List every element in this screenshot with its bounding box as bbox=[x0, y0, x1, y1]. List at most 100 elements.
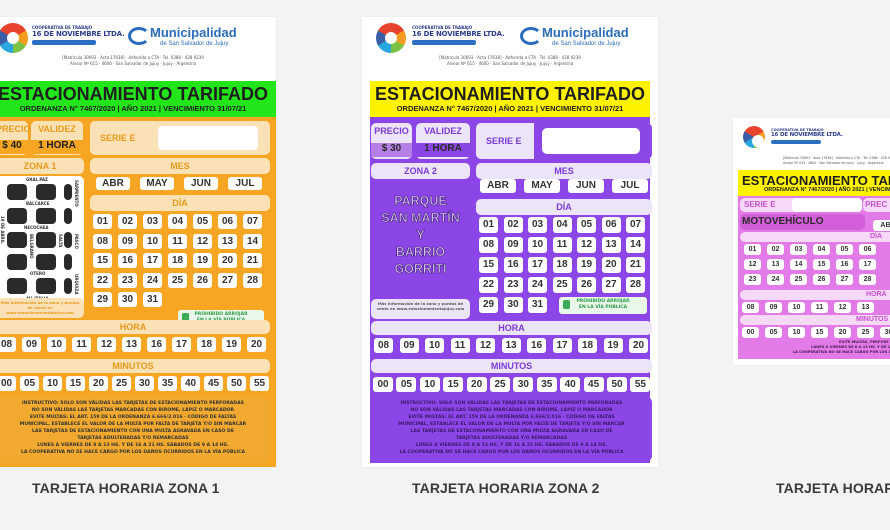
hour-option[interactable]: 16 bbox=[147, 337, 166, 352]
hour-option[interactable]: 18 bbox=[578, 338, 597, 353]
minute-option[interactable]: 30 bbox=[880, 327, 890, 338]
day-option[interactable]: 19 bbox=[193, 253, 212, 268]
day-option[interactable]: 08 bbox=[479, 237, 498, 253]
day-option[interactable]: 22 bbox=[479, 277, 498, 293]
day-option[interactable]: 09 bbox=[503, 237, 523, 253]
hour-option[interactable]: 20 bbox=[629, 338, 648, 353]
day-option[interactable]: 27 bbox=[601, 277, 621, 293]
hour-option[interactable]: 17 bbox=[552, 338, 572, 353]
hour-option[interactable]: 13 bbox=[857, 302, 874, 313]
day-option[interactable]: 26 bbox=[577, 277, 596, 293]
day-option[interactable]: 03 bbox=[528, 217, 547, 233]
hour-option[interactable]: 09 bbox=[22, 337, 41, 352]
day-option[interactable]: 11 bbox=[168, 233, 187, 249]
minute-option[interactable]: 55 bbox=[250, 376, 269, 391]
day-option[interactable]: 30 bbox=[118, 292, 137, 307]
minute-option[interactable]: 10 bbox=[419, 377, 440, 392]
day-option[interactable]: 13 bbox=[218, 233, 237, 249]
day-option[interactable]: 14 bbox=[243, 233, 262, 249]
day-option[interactable]: 31 bbox=[143, 292, 162, 307]
ticket-image-zona-2[interactable]: COOPERATIVA DE TRABAJO 16 DE NOVIEMBRE L… bbox=[362, 17, 658, 467]
item-caption[interactable]: TARJETA HORARIA ZONA 1 bbox=[32, 480, 220, 496]
day-option[interactable]: 26 bbox=[813, 274, 830, 285]
day-option[interactable]: 10 bbox=[528, 237, 547, 253]
day-option[interactable]: 05 bbox=[577, 217, 596, 233]
hour-option[interactable]: 13 bbox=[501, 338, 521, 353]
hour-option[interactable]: 16 bbox=[527, 338, 546, 353]
minute-option[interactable]: 30 bbox=[135, 376, 154, 391]
day-option[interactable]: 04 bbox=[168, 214, 187, 229]
minute-option[interactable]: 15 bbox=[66, 376, 85, 391]
minute-option[interactable]: 45 bbox=[204, 376, 223, 391]
minute-option[interactable]: 10 bbox=[788, 327, 805, 338]
day-option[interactable]: 17 bbox=[859, 259, 876, 270]
day-option[interactable]: 02 bbox=[118, 214, 137, 229]
day-option[interactable]: 23 bbox=[503, 277, 523, 293]
day-option[interactable]: 03 bbox=[143, 214, 162, 229]
minute-option[interactable]: 00 bbox=[0, 376, 16, 391]
day-option[interactable]: 16 bbox=[836, 259, 853, 270]
hour-option[interactable]: 12 bbox=[834, 302, 851, 313]
month-option[interactable]: MAY bbox=[140, 177, 174, 190]
day-option[interactable]: 29 bbox=[93, 292, 112, 307]
minute-option[interactable]: 40 bbox=[560, 377, 581, 392]
hour-option[interactable]: 09 bbox=[765, 302, 782, 313]
hour-option[interactable]: 19 bbox=[603, 338, 623, 353]
day-option[interactable]: 02 bbox=[767, 244, 784, 255]
minute-option[interactable]: 55 bbox=[630, 377, 651, 392]
day-option[interactable]: 28 bbox=[243, 272, 262, 288]
day-option[interactable]: 04 bbox=[552, 217, 572, 233]
day-option[interactable]: 29 bbox=[479, 297, 498, 313]
day-option[interactable]: 18 bbox=[552, 257, 572, 273]
minute-option[interactable]: 15 bbox=[811, 327, 828, 338]
day-option[interactable]: 05 bbox=[836, 244, 853, 255]
day-option[interactable]: 22 bbox=[93, 272, 112, 288]
minute-option[interactable]: 45 bbox=[583, 377, 604, 392]
day-option[interactable]: 24 bbox=[143, 272, 162, 288]
month-option[interactable]: ABR bbox=[873, 220, 890, 231]
minute-option[interactable]: 20 bbox=[834, 327, 851, 338]
minute-option[interactable]: 30 bbox=[513, 377, 534, 392]
day-option[interactable]: 13 bbox=[601, 237, 621, 253]
minute-option[interactable]: 20 bbox=[466, 377, 487, 392]
day-option[interactable]: 27 bbox=[836, 274, 853, 285]
day-option[interactable]: 27 bbox=[218, 272, 237, 288]
day-option[interactable]: 12 bbox=[744, 259, 761, 270]
day-option[interactable]: 24 bbox=[528, 277, 547, 293]
day-option[interactable]: 01 bbox=[744, 244, 761, 255]
day-option[interactable]: 24 bbox=[767, 274, 784, 285]
day-option[interactable]: 23 bbox=[118, 272, 137, 288]
minute-option[interactable]: 20 bbox=[89, 376, 108, 391]
day-option[interactable]: 04 bbox=[813, 244, 830, 255]
month-option[interactable]: MAY bbox=[524, 179, 560, 193]
day-option[interactable]: 08 bbox=[93, 233, 112, 249]
hour-option[interactable]: 13 bbox=[122, 337, 141, 352]
day-option[interactable]: 23 bbox=[744, 274, 761, 285]
month-option[interactable]: JUN bbox=[568, 179, 604, 193]
minute-option[interactable]: 25 bbox=[112, 376, 131, 391]
minute-option[interactable]: 50 bbox=[607, 377, 627, 392]
day-option[interactable]: 15 bbox=[93, 253, 112, 268]
day-option[interactable]: 02 bbox=[503, 217, 523, 233]
day-option[interactable]: 21 bbox=[243, 253, 262, 268]
day-option[interactable]: 12 bbox=[193, 233, 212, 249]
day-option[interactable]: 26 bbox=[193, 272, 212, 288]
minute-option[interactable]: 00 bbox=[373, 377, 393, 392]
day-option[interactable]: 13 bbox=[767, 259, 784, 270]
day-option[interactable]: 06 bbox=[601, 217, 621, 233]
day-option[interactable]: 12 bbox=[577, 237, 596, 253]
hour-option[interactable]: 08 bbox=[374, 338, 393, 353]
day-option[interactable]: 20 bbox=[601, 257, 621, 273]
day-option[interactable]: 03 bbox=[790, 244, 807, 255]
item-caption[interactable]: TARJETA HORAR bbox=[776, 480, 890, 496]
day-option[interactable]: 05 bbox=[193, 214, 212, 229]
hour-option[interactable]: 12 bbox=[97, 337, 116, 352]
day-option[interactable]: 07 bbox=[626, 217, 645, 233]
hour-option[interactable]: 08 bbox=[0, 337, 16, 352]
day-option[interactable]: 11 bbox=[552, 237, 572, 253]
minute-option[interactable]: 05 bbox=[396, 377, 417, 392]
month-option[interactable]: JUL bbox=[228, 177, 262, 190]
hour-option[interactable]: 11 bbox=[811, 302, 828, 313]
day-option[interactable]: 20 bbox=[218, 253, 237, 268]
day-option[interactable]: 16 bbox=[118, 253, 137, 268]
